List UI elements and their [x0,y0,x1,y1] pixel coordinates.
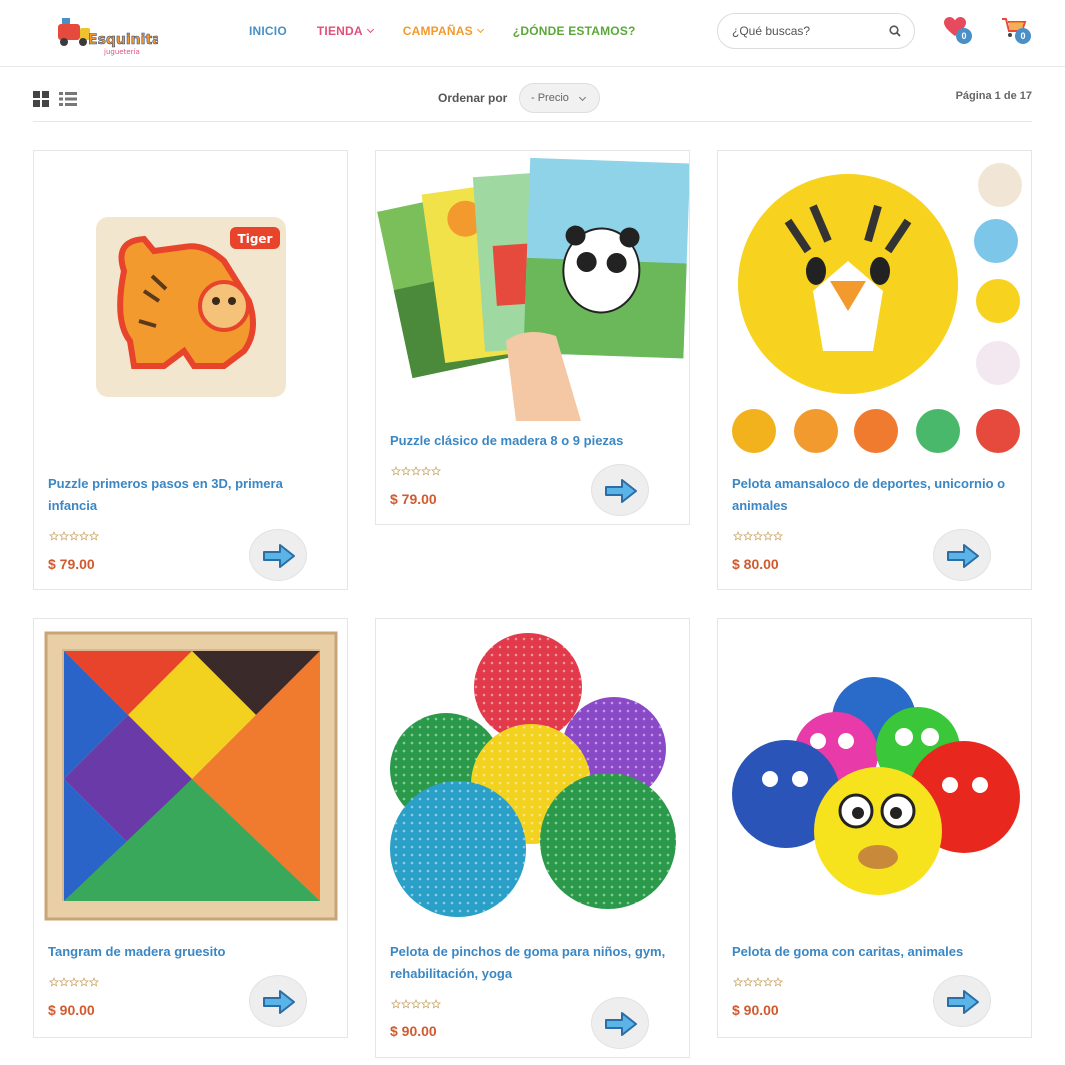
nav-campanas-label: CAMPAÑAS [402,24,473,38]
rating-stars [49,531,99,541]
search-icon[interactable] [889,25,901,37]
site-header: Esquinitas juguetería INICIO TIENDA CAMP… [0,0,1065,67]
chevron-down-icon [366,25,374,34]
main-nav: INICIO TIENDA CAMPAÑAS ¿DÓNDE ESTAMOS? [249,24,666,38]
wishlist-count-badge: 0 [956,28,972,44]
nav-inicio[interactable]: INICIO [249,24,287,38]
product-image[interactable] [718,619,1031,929]
product-title[interactable]: Pelota de pinchos de goma para niños, gy… [390,941,675,985]
svg-text:Esquinitas: Esquinitas [88,32,158,48]
wishlist-button[interactable]: 0 [944,17,974,45]
chevron-down-icon [578,93,587,102]
nav-inicio-label: INICIO [249,24,287,38]
grid-view-icon[interactable] [33,91,49,107]
cart-button[interactable]: 0 [1001,17,1033,45]
sort-label: Ordenar por [438,91,508,105]
rating-stars [733,977,783,987]
product-title[interactable]: Puzzle clásico de madera 8 o 9 piezas [390,430,675,452]
add-to-cart-button[interactable] [933,975,991,1027]
product-title[interactable]: Puzzle primeros pasos en 3D, primera inf… [48,473,333,517]
product-price: $ 79.00 [390,491,437,507]
product-card[interactable]: Tangram de madera gruesito $ 90.00 [33,618,348,1038]
sort-selected-value: - Precio [531,92,569,104]
product-price: $ 79.00 [48,556,95,572]
add-to-cart-button[interactable] [249,529,307,581]
store-logo[interactable]: Esquinitas juguetería [52,14,170,60]
arrow-right-icon [947,990,979,1014]
pagination-info: Página 1 de 17 [955,90,1032,102]
product-card[interactable]: Puzzle clásico de madera 8 o 9 piezas $ … [375,150,690,525]
add-to-cart-button[interactable] [249,975,307,1027]
product-card[interactable]: Pelota de pinchos de goma para niños, gy… [375,618,690,1058]
search-box [717,13,915,49]
product-price: $ 90.00 [48,1002,95,1018]
product-title[interactable]: Pelota de goma con caritas, animales [732,941,1017,963]
add-to-cart-button[interactable] [591,464,649,516]
svg-text:Tiger: Tiger [238,232,273,246]
rating-stars [391,999,441,1009]
product-price: $ 90.00 [390,1023,437,1039]
nav-tienda-label: TIENDA [316,24,363,38]
chevron-down-icon [476,25,484,34]
product-image[interactable] [34,619,347,929]
arrow-right-icon [263,544,295,568]
rating-stars [49,977,99,987]
nav-donde-estamos-label: ¿DÓNDE ESTAMOS? [512,24,636,38]
add-to-cart-button[interactable] [591,997,649,1049]
sort-select[interactable]: - Precio [519,83,600,113]
product-price: $ 80.00 [732,556,779,572]
product-image[interactable] [376,151,689,421]
rating-stars [733,531,783,541]
arrow-right-icon [605,479,637,503]
cart-count-badge: 0 [1015,28,1031,44]
rating-stars [391,466,441,476]
nav-donde-estamos[interactable]: ¿DÓNDE ESTAMOS? [513,24,636,38]
product-card[interactable]: Pelota de goma con caritas, animales $ 9… [717,618,1032,1038]
search-input[interactable] [732,22,882,40]
product-image[interactable]: Tiger [34,151,347,461]
product-card[interactable]: Pelota amansaloco de deportes, unicornio… [717,150,1032,590]
arrow-right-icon [263,990,295,1014]
arrow-right-icon [605,1012,637,1036]
product-image[interactable] [718,151,1031,463]
catalog-toolbar: Ordenar por - Precio Página 1 de 17 [33,80,1032,122]
product-title[interactable]: Tangram de madera gruesito [48,941,333,963]
arrow-right-icon [947,544,979,568]
nav-campanas[interactable]: CAMPAÑAS [402,24,484,38]
svg-text:juguetería: juguetería [103,48,140,56]
nav-tienda[interactable]: TIENDA [316,24,374,38]
product-title[interactable]: Pelota amansaloco de deportes, unicornio… [732,473,1017,517]
add-to-cart-button[interactable] [933,529,991,581]
list-view-icon[interactable] [59,91,77,107]
product-card[interactable]: Tiger Puzzle primeros pasos en 3D, prime… [33,150,348,590]
product-price: $ 90.00 [732,1002,779,1018]
product-image[interactable] [376,619,689,929]
